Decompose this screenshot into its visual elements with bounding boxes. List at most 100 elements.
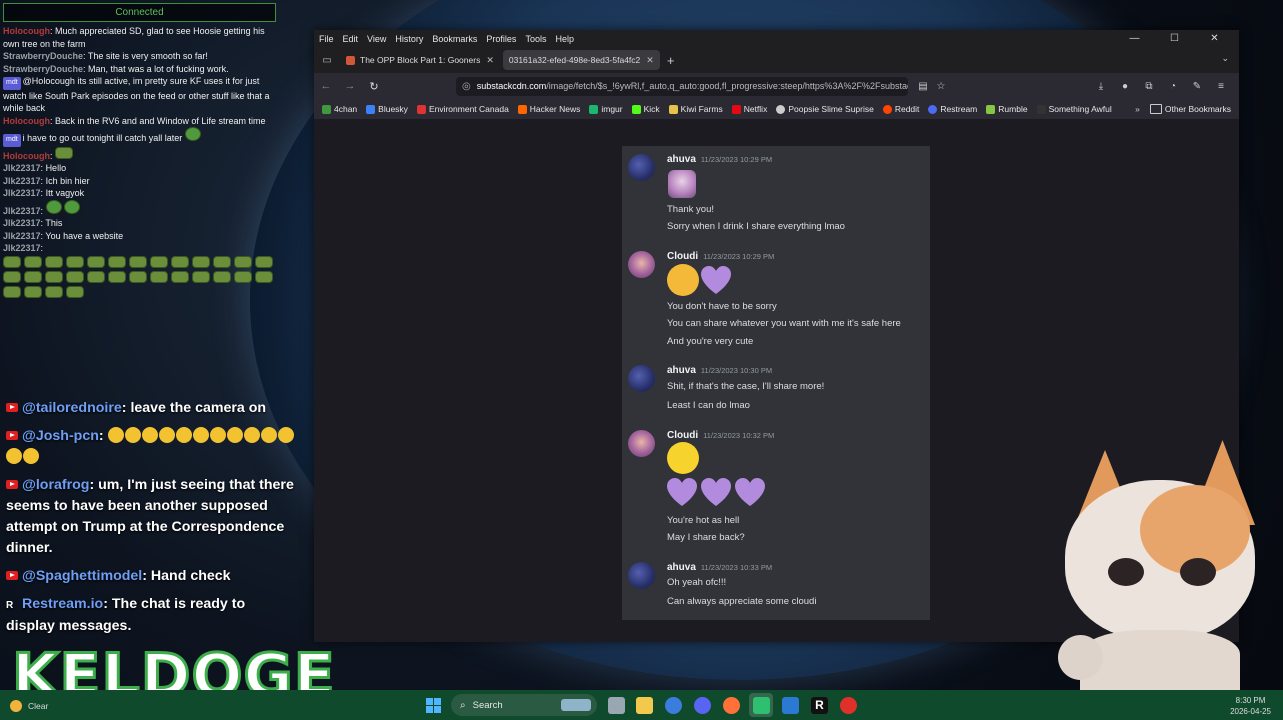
- menu-view[interactable]: View: [367, 34, 386, 44]
- chat-username: @Spaghettimodel: [22, 568, 143, 584]
- bookmark-reddit[interactable]: Reddit: [882, 104, 919, 114]
- emote-spam-row: [3, 255, 273, 298]
- message-line: Oh yeah ofc!!!: [667, 577, 727, 588]
- tab-list-icon[interactable]: ▭: [314, 55, 340, 66]
- chat-username: Holocough: [3, 26, 50, 36]
- search-placeholder: Search: [472, 699, 503, 711]
- start-button[interactable]: [426, 698, 441, 713]
- message-line: And you're very cute: [667, 336, 754, 347]
- bookmark-label: Rumble: [998, 104, 1028, 114]
- minimize-button[interactable]: —: [1119, 30, 1150, 47]
- media-player-icon[interactable]: [840, 697, 857, 714]
- tab-substack-post[interactable]: The OPP Block Part 1: Gooners ✕: [340, 50, 500, 70]
- weather-text: Clear: [28, 701, 49, 711]
- youtube-icon: [6, 403, 18, 412]
- bookmark-imgur[interactable]: imgur: [589, 104, 623, 114]
- account-icon[interactable]: ◔: [1161, 81, 1185, 92]
- chat-username: Jlk22317: [3, 175, 41, 186]
- url-bar[interactable]: ◎ substackcdn.com/image/fetch/$s_!6ywRl,…: [456, 76, 908, 96]
- bookmark-restream[interactable]: Restream: [928, 104, 977, 114]
- menu-profiles[interactable]: Profiles: [486, 34, 516, 44]
- emote-icon: [45, 285, 63, 298]
- firefox-icon[interactable]: [723, 697, 740, 714]
- chat-username: Jlk22317: [3, 188, 41, 198]
- chat-message: StrawberryDouche: The site is very smoot…: [3, 51, 208, 61]
- bookmark-star-icon[interactable]: ☆: [932, 81, 950, 92]
- close-window-button[interactable]: ✕: [1199, 30, 1230, 47]
- menu-file[interactable]: File: [319, 34, 334, 44]
- chat-overlay-large: @tailorednoire: leave the camera on @Jos…: [6, 398, 296, 644]
- discord-app-icon[interactable]: [694, 697, 711, 714]
- url-path: /image/fetch/$s_!6ywRl,f_auto,q_auto:goo…: [546, 81, 908, 91]
- hamburger-menu-icon[interactable]: ≡: [1209, 81, 1233, 92]
- menu-edit[interactable]: Edit: [343, 34, 359, 44]
- window-controls: — ☐ ✕: [1119, 30, 1239, 47]
- bookmark-favicon-icon: [731, 104, 741, 114]
- chat-username: Jlk22317: [3, 243, 41, 253]
- bookmark-hacker-news[interactable]: Hacker News: [517, 104, 580, 114]
- addon-icon[interactable]: ✎: [1185, 81, 1209, 92]
- laughing-emoji-icon: [226, 427, 243, 443]
- maximize-button[interactable]: ☐: [1159, 30, 1190, 47]
- bookmark-kiwi-farms[interactable]: Kiwi Farms: [668, 104, 723, 114]
- other-bookmarks-folder[interactable]: Other Bookmarks: [1149, 104, 1231, 114]
- forward-button[interactable]: →: [338, 80, 362, 92]
- weather-widget[interactable]: Clear: [10, 700, 48, 712]
- reader-view-icon[interactable]: ▤: [914, 81, 932, 92]
- emote-icon: [64, 199, 81, 214]
- site-info-icon[interactable]: ◎: [462, 81, 471, 92]
- bookmark-netflix[interactable]: Netflix: [731, 104, 767, 114]
- extensions-puzzle-icon[interactable]: ⧉: [1137, 81, 1161, 92]
- copilot-icon[interactable]: [665, 697, 682, 714]
- avatar-eye: [1180, 558, 1216, 586]
- file-explorer-icon[interactable]: [636, 697, 653, 714]
- back-button[interactable]: ←: [314, 80, 338, 92]
- roblox-icon[interactable]: R: [811, 697, 828, 714]
- bookmark-bluesky[interactable]: Bluesky: [366, 104, 408, 114]
- message-line: You're hot as hell: [667, 515, 740, 526]
- bookmark-environment-canada[interactable]: Environment Canada: [416, 104, 509, 114]
- bookmarks-overflow-icon[interactable]: »: [1135, 104, 1140, 114]
- close-tab-icon[interactable]: ✕: [486, 55, 494, 66]
- downloads-icon[interactable]: ⤓: [1089, 81, 1113, 92]
- emote-icon: [3, 255, 21, 268]
- message-line: Sorry when I drink I share everything lm…: [667, 221, 845, 232]
- message-line: Thank you!: [667, 204, 714, 215]
- menu-bookmarks[interactable]: Bookmarks: [432, 34, 477, 44]
- bookmark-rumble[interactable]: Rumble: [986, 104, 1028, 114]
- close-tab-icon[interactable]: ✕: [646, 55, 654, 66]
- obs-app-icon[interactable]: [753, 697, 770, 714]
- tab-title: 03161a32-efed-498e-8ed3-5fa4fc2: [508, 55, 641, 65]
- chat-text: Man, that was a lot of fucking work.: [88, 63, 229, 74]
- bookmark-label: imgur: [601, 104, 623, 114]
- chat-username: @Josh-pcn: [22, 428, 99, 444]
- chat-message: Jlk22317: You have a website: [3, 230, 124, 241]
- new-tab-button[interactable]: +: [667, 53, 675, 68]
- tab-image[interactable]: 03161a32-efed-498e-8ed3-5fa4fc2 ✕: [502, 50, 660, 70]
- emote-icon: [234, 270, 252, 283]
- message-author: ahuva: [667, 562, 696, 573]
- bookmark-poopsie[interactable]: Poopsie Slime Suprise: [776, 104, 874, 114]
- extension-icon[interactable]: ●: [1113, 81, 1137, 92]
- bookmark-kick[interactable]: Kick: [631, 104, 660, 114]
- chat-message: @lorafrog: um, I'm just seeing that ther…: [6, 477, 294, 556]
- reload-button[interactable]: ↻: [362, 80, 386, 93]
- message-header: ahuva 11/23/2023 10:29 PM: [667, 154, 772, 165]
- system-clock[interactable]: 8:30 PM 2026-04-25: [1230, 695, 1271, 717]
- emote-icon: [3, 270, 21, 283]
- bookmark-something-awful[interactable]: Something Awful: [1036, 104, 1112, 114]
- search-highlight-art: [561, 699, 591, 711]
- menu-history[interactable]: History: [395, 34, 423, 44]
- task-view-icon[interactable]: [608, 697, 625, 714]
- menu-help[interactable]: Help: [555, 34, 574, 44]
- chat-overlay-small: Holocough: Much appreciated SD, glad to …: [3, 25, 273, 298]
- bookmark-favicon-icon: [986, 104, 996, 114]
- list-all-tabs-icon[interactable]: ⌄: [1221, 53, 1229, 64]
- taskbar-search[interactable]: ⌕ Search: [451, 694, 597, 716]
- avatar-paw: [1058, 635, 1103, 680]
- message-timestamp: 11/23/2023 10:30 PM: [700, 366, 773, 375]
- menu-tools[interactable]: Tools: [525, 34, 546, 44]
- bookmark-4chan[interactable]: 4chan: [322, 104, 357, 114]
- youtube-icon: [6, 480, 18, 489]
- word-app-icon[interactable]: [782, 697, 799, 714]
